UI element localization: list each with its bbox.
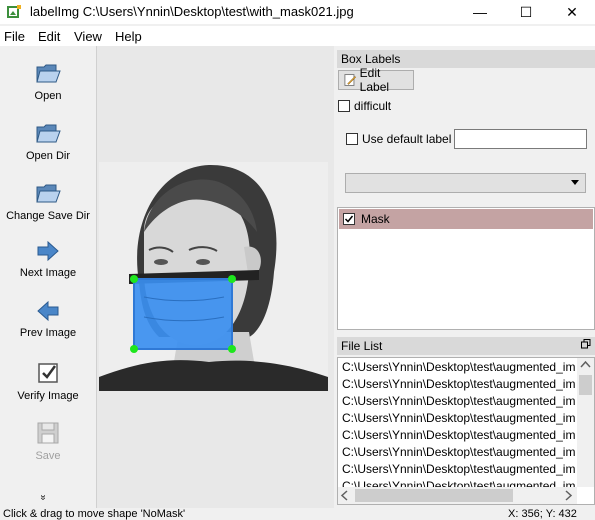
scroll-right-icon[interactable] <box>561 487 575 504</box>
file-list-item[interactable]: C:\Users\Ynnin\Desktop\test\augmented_im <box>342 394 575 411</box>
image-canvas[interactable] <box>97 46 334 508</box>
maximize-button[interactable]: ☐ <box>503 0 549 24</box>
scroll-left-icon[interactable] <box>338 487 352 504</box>
use-default-label-text: Use default label <box>362 132 452 146</box>
next-image-button[interactable]: Next Image <box>0 239 96 279</box>
file-list-item[interactable]: C:\Users\Ynnin\Desktop\test\augmented_im <box>342 377 575 394</box>
file-list-item[interactable]: C:\Users\Ynnin\Desktop\test\augmented_im <box>342 428 575 445</box>
change-save-dir-button[interactable]: Change Save Dir <box>0 180 96 222</box>
labelimg-app-icon <box>7 5 21 18</box>
arrow-left-icon <box>37 300 59 322</box>
woman-face-image <box>99 162 328 391</box>
labels-list[interactable]: Mask <box>337 207 595 330</box>
change-save-dir-label: Change Save Dir <box>6 210 90 222</box>
save-label: Save <box>35 450 61 462</box>
annotated-photo[interactable] <box>99 162 328 391</box>
status-message: Click & drag to move shape 'NoMask' <box>3 508 186 520</box>
status-bar: Click & drag to move shape 'NoMask' X: 3… <box>0 508 595 520</box>
bbox-handle[interactable] <box>228 275 236 283</box>
title-bar: labelImg C:\Users\Ynnin\Desktop\test\wit… <box>0 0 595 24</box>
open-button[interactable]: Open <box>0 60 96 102</box>
horizontal-scroll-thumb[interactable] <box>355 489 513 502</box>
checkbox-check-icon <box>38 363 58 383</box>
floppy-disk-icon <box>37 422 59 444</box>
mask-checkbox[interactable] <box>343 213 355 225</box>
menu-bar: File Edit View Help <box>0 26 595 46</box>
more-tools-chevron-icon[interactable]: » <box>37 495 48 501</box>
bbox-handle[interactable] <box>130 345 138 353</box>
scroll-up-icon[interactable] <box>577 358 594 372</box>
next-image-label: Next Image <box>19 267 77 279</box>
float-window-icon[interactable] <box>581 339 591 349</box>
file-list-item[interactable]: C:\Users\Ynnin\Desktop\test\augmented_im <box>342 360 575 377</box>
edit-label-text: Edit Label <box>359 66 390 94</box>
file-list-horizontal-scrollbar[interactable] <box>338 487 577 504</box>
box-labels-dock: Box Labels Edit Label difficult Use defa… <box>337 50 595 330</box>
menu-edit[interactable]: Edit <box>38 29 60 44</box>
folder-icon <box>36 64 61 83</box>
menu-file[interactable]: File <box>4 29 25 44</box>
menu-help[interactable]: Help <box>115 29 142 44</box>
open-dir-button[interactable]: Open Dir <box>0 120 96 162</box>
file-list-item[interactable]: C:\Users\Ynnin\Desktop\test\augmented_im <box>342 411 575 428</box>
save-button[interactable]: Save <box>0 420 96 462</box>
bbox-handle[interactable] <box>130 275 138 283</box>
file-list-title: File List <box>341 339 383 353</box>
difficult-checkbox[interactable] <box>338 100 350 112</box>
difficult-label: difficult <box>354 99 392 113</box>
verify-image-label: Verify Image <box>17 390 79 402</box>
menu-view[interactable]: View <box>74 29 102 44</box>
box-labels-title: Box Labels <box>341 52 401 66</box>
open-dir-label: Open Dir <box>25 150 71 162</box>
folder-icon <box>36 124 61 143</box>
edit-label-button[interactable]: Edit Label <box>338 66 414 94</box>
file-list-title-bar[interactable]: File List <box>337 337 595 355</box>
file-list-vertical-scrollbar[interactable] <box>577 358 594 487</box>
bbox-handle[interactable] <box>228 345 236 353</box>
label-name: Mask <box>361 212 390 226</box>
verify-image-button[interactable]: Verify Image <box>0 360 96 402</box>
open-label: Open <box>34 90 62 102</box>
minimize-button[interactable]: — <box>457 0 503 24</box>
left-toolbar: Open Open Dir Change Save Dir Next Image… <box>0 46 97 508</box>
edit-pencil-icon <box>344 74 357 86</box>
checkmark-icon <box>344 215 354 223</box>
prev-image-button[interactable]: Prev Image <box>0 299 96 339</box>
arrow-right-icon <box>37 240 59 262</box>
window-title: labelImg C:\Users\Ynnin\Desktop\test\wit… <box>30 4 354 19</box>
use-default-label-checkbox[interactable] <box>346 133 358 145</box>
prev-image-label: Prev Image <box>19 327 77 339</box>
vertical-scroll-thumb[interactable] <box>579 375 592 395</box>
close-button[interactable]: ✕ <box>549 0 595 24</box>
file-list[interactable]: C:\Users\Ynnin\Desktop\test\augmented_im… <box>337 357 595 505</box>
bounding-box[interactable] <box>133 278 233 350</box>
file-list-item[interactable]: C:\Users\Ynnin\Desktop\test\augmented_im <box>342 445 575 462</box>
file-list-dock: File List C:\Users\Ynnin\Desktop\test\au… <box>337 337 595 505</box>
folder-icon <box>36 184 61 203</box>
cursor-coordinates: X: 356; Y: 432 <box>508 508 577 520</box>
label-dropdown[interactable] <box>345 173 586 193</box>
label-row-mask[interactable]: Mask <box>339 209 593 229</box>
chevron-down-icon <box>571 180 579 185</box>
default-label-input[interactable] <box>454 129 587 149</box>
file-list-item[interactable]: C:\Users\Ynnin\Desktop\test\augmented_im <box>342 462 575 479</box>
